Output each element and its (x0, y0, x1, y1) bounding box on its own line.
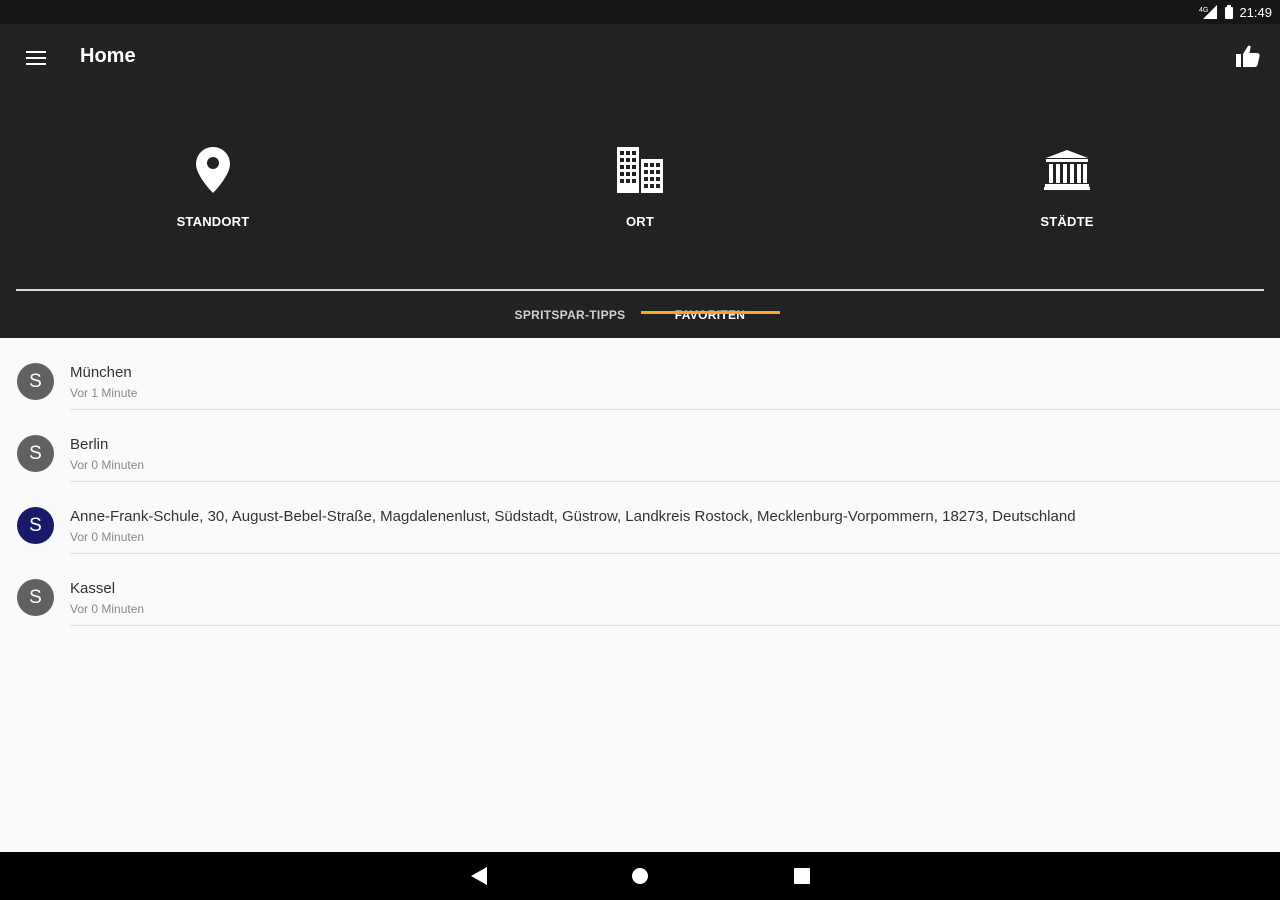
buildings-icon (617, 147, 663, 193)
list-item[interactable]: S München Vor 1 Minute (0, 338, 1280, 410)
tab-spritspar-tipps[interactable]: SPRITSPAR-TIPPS (500, 292, 640, 338)
home-circle-icon (632, 868, 648, 884)
back-triangle-icon (471, 867, 487, 885)
app-bar: Home STANDORT ORT STÄDTE SPRITSPAR-TIPPS… (0, 24, 1280, 338)
status-time: 21:49 (1239, 4, 1272, 20)
page-title: Home (80, 45, 136, 67)
shortcut-label: ORT (625, 214, 655, 229)
signal-icon: 4G (1199, 5, 1219, 19)
status-bar: 4G 21:49 (0, 0, 1280, 24)
item-title: Anne-Frank-Schule, 30, August-Bebel-Stra… (70, 508, 1076, 525)
shortcut-standort[interactable]: STANDORT (113, 142, 313, 242)
item-subtitle: Vor 0 Minuten (70, 458, 145, 472)
like-button[interactable] (1232, 40, 1264, 72)
battery-icon (1225, 5, 1234, 19)
nav-back-button[interactable] (465, 862, 493, 890)
item-title: München (70, 364, 132, 381)
hamburger-menu-icon (26, 51, 46, 65)
list-item[interactable]: S Kassel Vor 0 Minuten (0, 554, 1280, 626)
shortcut-ort[interactable]: ORT (540, 142, 740, 242)
menu-button[interactable] (16, 40, 56, 76)
recents-square-icon (794, 868, 810, 884)
shortcut-staedte[interactable]: STÄDTE (967, 142, 1167, 242)
item-title: Berlin (70, 436, 109, 453)
location-pin-icon (196, 147, 230, 193)
system-nav-bar (0, 852, 1280, 900)
nav-recents-button[interactable] (788, 862, 816, 890)
divider (70, 625, 1280, 626)
list-item[interactable]: S Berlin Vor 0 Minuten (0, 410, 1280, 482)
tab-bar: SPRITSPAR-TIPPS FAVORITEN (0, 292, 1280, 338)
avatar: S (17, 507, 54, 544)
item-subtitle: Vor 1 Minute (70, 386, 138, 400)
item-title: Kassel (70, 580, 116, 597)
divider (16, 289, 1264, 291)
favorites-list: S München Vor 1 Minute S Berlin Vor 0 Mi… (0, 338, 1280, 626)
avatar: S (17, 579, 54, 616)
museum-icon (1044, 150, 1090, 190)
avatar: S (17, 435, 54, 472)
shortcut-label: STANDORT (176, 214, 250, 229)
nav-home-button[interactable] (626, 862, 654, 890)
item-subtitle: Vor 0 Minuten (70, 602, 145, 616)
svg-text:4G: 4G (1199, 7, 1208, 14)
status-icons: 4G 21:49 (1199, 0, 1272, 24)
avatar: S (17, 363, 54, 400)
tab-indicator (641, 311, 780, 314)
item-subtitle: Vor 0 Minuten (70, 530, 145, 544)
shortcut-label: STÄDTE (1040, 214, 1094, 229)
tab-favoriten[interactable]: FAVORITEN (640, 292, 780, 338)
list-item[interactable]: S Anne-Frank-Schule, 30, August-Bebel-St… (0, 482, 1280, 554)
thumbs-up-icon (1236, 45, 1260, 67)
